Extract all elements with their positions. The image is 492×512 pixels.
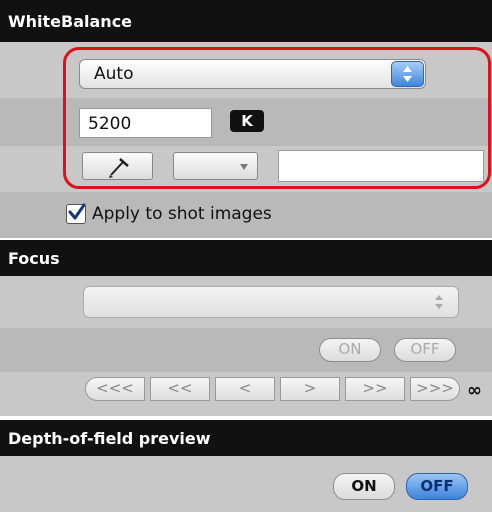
dof-on-button[interactable]: ON <box>333 473 395 500</box>
wb-kelvin-row: 5200 K <box>0 98 492 146</box>
focus-mode-select[interactable] <box>83 286 459 318</box>
dof-title: Depth-of-field preview <box>8 428 211 448</box>
focus-on-button[interactable]: ON <box>319 338 381 362</box>
eyedropper-icon <box>109 158 129 178</box>
wb-mode-row: Auto <box>0 42 492 98</box>
wb-mode-value: Auto <box>94 64 134 84</box>
kelvin-input[interactable]: 5200 <box>79 108 212 138</box>
kelvin-unit-badge: K <box>230 110 264 132</box>
focus-onoff-row: ON OFF <box>0 328 492 372</box>
focus-nav-mid-far[interactable]: >> <box>345 377 405 401</box>
eyedropper-button[interactable] <box>82 152 153 180</box>
focus-off-button[interactable]: OFF <box>394 338 456 362</box>
wb-picker-row <box>0 146 492 192</box>
focus-nav-mid-near[interactable]: << <box>150 377 210 401</box>
focus-mode-row <box>0 276 492 328</box>
camera-settings-panel: WhiteBalance Auto 5200 K Apply to shot i… <box>0 0 492 512</box>
whitebalance-title: WhiteBalance <box>8 11 133 31</box>
infinity-icon: ∞ <box>467 380 482 401</box>
stepper-arrows-icon <box>435 295 443 309</box>
dof-row: ON OFF <box>0 456 492 512</box>
checkmark-icon <box>68 203 86 220</box>
focus-nav-near[interactable]: < <box>215 377 275 401</box>
apply-checkbox[interactable] <box>66 203 86 224</box>
focus-nav-far-near[interactable]: <<< <box>85 377 145 401</box>
focus-title: Focus <box>8 248 60 268</box>
focus-nav-far[interactable]: > <box>280 377 340 401</box>
whitebalance-header: WhiteBalance <box>0 0 492 42</box>
wb-preset-name-field[interactable] <box>278 150 484 182</box>
wb-preset-dropdown[interactable] <box>173 152 258 180</box>
dropdown-arrow-icon <box>240 164 248 170</box>
stepper-arrows-icon[interactable] <box>391 61 424 87</box>
focus-nav-far-far[interactable]: >>> <box>410 377 460 401</box>
wb-mode-select[interactable]: Auto <box>79 59 426 89</box>
focus-header: Focus <box>0 240 492 276</box>
dof-off-button[interactable]: OFF <box>406 473 468 500</box>
apply-label: Apply to shot images <box>92 204 272 224</box>
apply-row: Apply to shot images <box>0 192 492 238</box>
dof-header: Depth-of-field preview <box>0 420 492 456</box>
